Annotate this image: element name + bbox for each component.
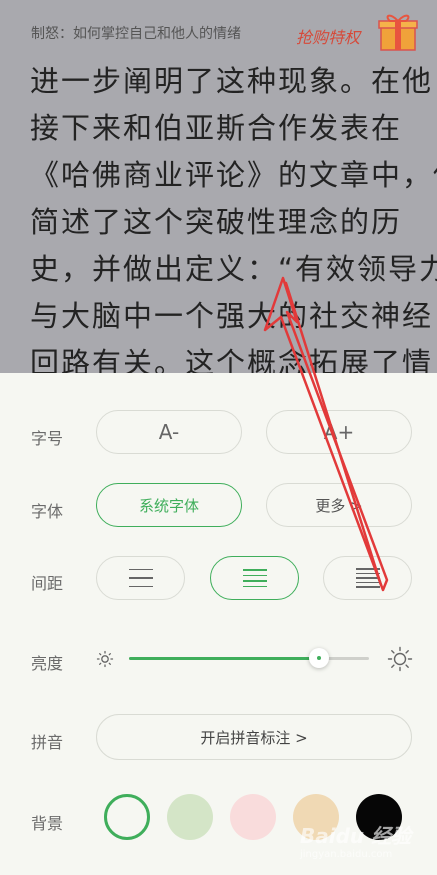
font-decrease-button[interactable]: A-	[96, 410, 242, 454]
baidu-watermark: Baidu 经验 jingyan.baidu.com	[300, 820, 430, 872]
spacing-medium-button[interactable]	[210, 556, 299, 600]
brightness-high-icon	[387, 646, 413, 672]
passage-text: 进一步阐明了这种现象。在他 接下来和伯亚斯合作发表在 《哈佛商业评论》的文章中，…	[30, 58, 437, 373]
spacing-narrow-icon	[355, 568, 380, 588]
passage-line: 接下来和伯亚斯合作发表在	[30, 111, 403, 145]
font-increase-button[interactable]: A+	[266, 410, 412, 454]
pinyin-label: 拼音	[31, 733, 64, 752]
passage-line: 回路有关。这个概念拓展了情	[30, 346, 434, 373]
passage-line: 与大脑中一个强大的社交神经	[30, 299, 434, 333]
book-title: 制怒：如何掌控自己和他人的情绪	[31, 26, 241, 42]
spacing-medium-icon	[242, 569, 267, 587]
reading-settings-panel: 字号 A- A+ 字体 系统字体 更多 > 间距 亮度 拼音 开启拼音标注 > …	[0, 373, 437, 875]
passage-line: 《哈佛商业评论》的文章中，他	[30, 158, 437, 192]
background-swatch-pink[interactable]	[230, 794, 276, 840]
enable-pinyin-button[interactable]: 开启拼音标注 >	[96, 714, 412, 760]
spacing-narrow-button[interactable]	[323, 556, 412, 600]
brightness-slider[interactable]	[129, 648, 369, 668]
brightness-label: 亮度	[31, 654, 64, 673]
font-face-label: 字体	[31, 502, 64, 521]
font-size-label: 字号	[31, 429, 64, 448]
watermark-brand: Baidu 经验	[300, 824, 412, 848]
background-swatch-green[interactable]	[167, 794, 213, 840]
passage-line: 简述了这个突破性理念的历	[30, 205, 403, 239]
gift-icon	[378, 14, 418, 51]
spacing-label: 间距	[31, 574, 64, 593]
brightness-slider-fill	[129, 657, 319, 660]
brightness-low-icon	[96, 650, 114, 668]
background-swatch-white[interactable]	[104, 794, 150, 840]
reading-area[interactable]: 制怒：如何掌控自己和他人的情绪 抢购特权 进一步阐明了这种现象。在他 接下来和伯…	[0, 0, 437, 373]
background-label: 背景	[31, 814, 64, 833]
passage-line: 史，并做出定义：“有效领导力	[30, 252, 437, 286]
system-font-button[interactable]: 系统字体	[96, 483, 242, 527]
watermark-url: jingyan.baidu.com	[300, 849, 393, 860]
passage-line: 进一步阐明了这种现象。在他	[30, 64, 434, 98]
brightness-slider-thumb[interactable]	[308, 648, 329, 668]
spacing-wide-button[interactable]	[96, 556, 185, 600]
spacing-wide-icon	[128, 568, 153, 588]
promo-label: 抢购特权	[296, 28, 361, 47]
promo-banner[interactable]: 抢购特权	[296, 6, 424, 51]
more-fonts-button[interactable]: 更多 >	[266, 483, 412, 527]
